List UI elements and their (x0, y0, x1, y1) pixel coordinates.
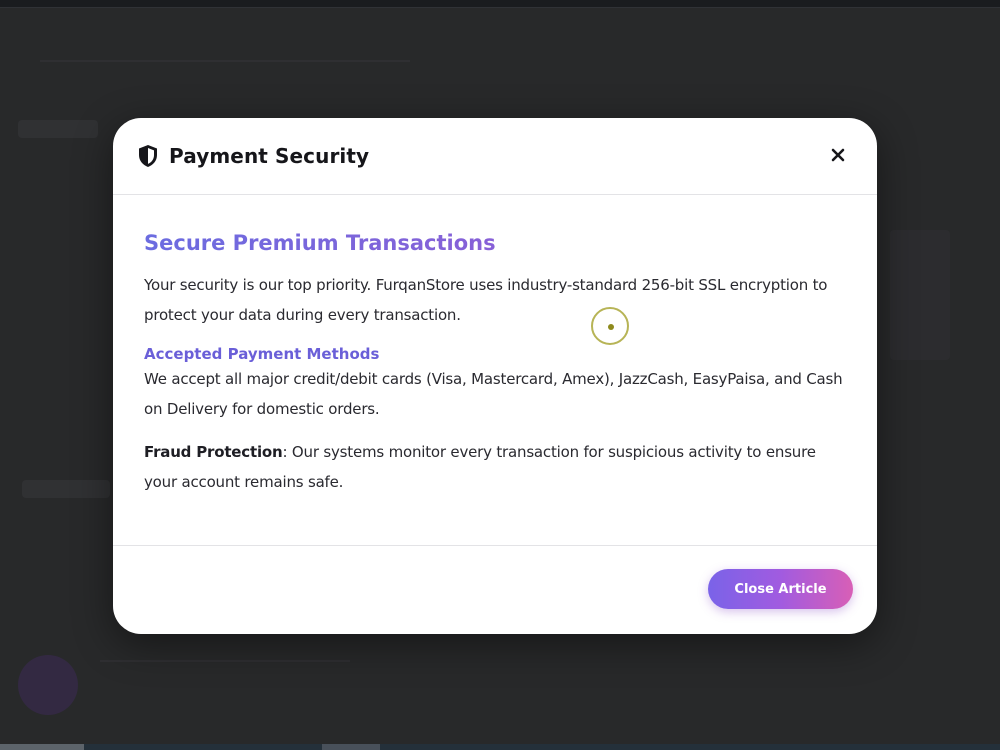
modal-header: Payment Security (113, 118, 877, 195)
cursor-indicator (591, 307, 629, 345)
close-article-button[interactable]: Close Article (708, 569, 853, 609)
modal-footer: Close Article (113, 546, 877, 634)
fraud-protection-label: Fraud Protection (144, 443, 283, 461)
modal-title: Payment Security (169, 144, 370, 168)
modal-body: Secure Premium Transactions Your securit… (113, 195, 877, 546)
section-title: Secure Premium Transactions (144, 229, 845, 257)
shield-icon (137, 144, 159, 168)
payment-security-modal: Payment Security Secure Premium Transact… (113, 118, 877, 634)
payment-methods-paragraph: We accept all major credit/debit cards (… (144, 370, 843, 418)
payment-methods-heading: Accepted Payment Methods (144, 345, 380, 363)
fraud-protection-paragraph: Fraud Protection: Our systems monitor ev… (144, 437, 845, 497)
intro-paragraph: Your security is our top priority. Furqa… (144, 276, 828, 324)
close-icon[interactable] (829, 146, 847, 164)
cursor-dot (608, 324, 614, 330)
